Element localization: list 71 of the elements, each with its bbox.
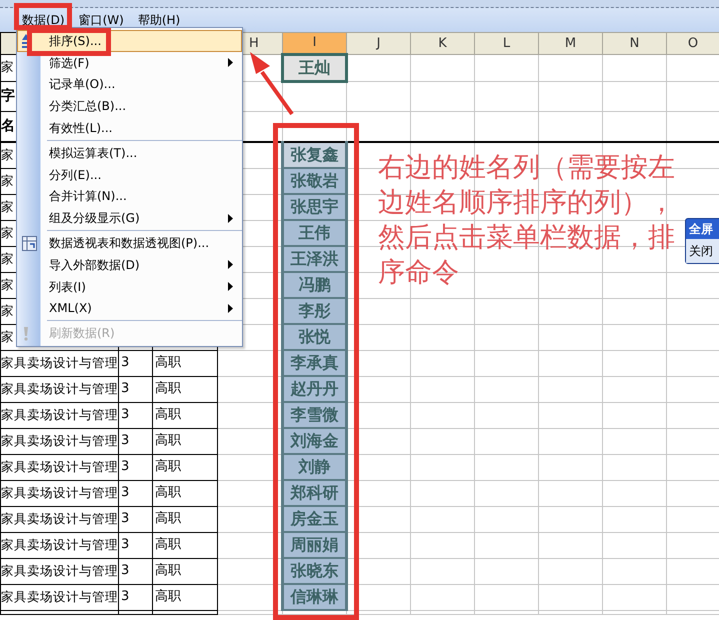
submenu-arrow-icon [228,260,233,270]
name-cell: 张复鑫 [282,142,346,168]
submenu-arrow-icon [228,304,233,313]
table-cell: 3 [118,584,152,610]
submenu-arrow-icon [228,282,233,292]
table-cell: 高职 [152,350,218,376]
table-cell: 高职 [152,558,218,584]
table-cell: 3 [118,506,152,532]
table-cell: 高职 [152,454,218,480]
table-cell: 3 [118,532,152,558]
table-cell: 高职 [152,376,218,402]
name-cell: 刘海金 [282,428,346,454]
table-cell: 家具卖场设计与管理 [0,428,118,454]
column-header[interactable]: I [282,32,346,54]
table-cell: 家具卖场设计与管理 [0,454,118,480]
name-cell: 李雪微 [282,402,346,428]
toolbar-button[interactable]: 关闭 [686,239,719,263]
table-cell: 高职 [152,402,218,428]
name-cell: 张晓东 [282,558,346,584]
table-cell: 高职 [152,532,218,558]
name-cell: 冯鹏 [282,272,346,298]
table-cell: 家具卖场设计与管理 [0,402,118,428]
name-cell: 赵丹丹 [282,376,346,402]
name-cell: 信琳琳 [282,584,346,610]
table-cell: 3 [118,376,152,402]
table-cell: 高职 [152,428,218,454]
column-header[interactable]: L [474,32,538,54]
toolbar-title: 全屏 [688,221,714,238]
table-cell: 3 [118,350,152,376]
exclamation-icon [22,326,30,342]
menu-title[interactable]: 数据(D) [20,11,67,29]
table-cell: 家具卖场设计与管理 [0,506,118,532]
annotation-text: 右边的姓名列（需要按左边姓名顺序排序的列），然后点击菜单栏数据，排序命令 [378,151,675,290]
table-cell: 3 [118,402,152,428]
name-cell: 李承真 [282,350,346,376]
name-cell: 王泽洪 [282,246,346,272]
table-cell: 家具卖场设计与管理 [0,480,118,506]
table-cell: 家具卖场设计与管理 [0,532,118,558]
table-cell: 3 [118,480,152,506]
name-cell: 王伟 [282,220,346,246]
table-cell: 家具卖场设计与管理 [0,350,118,376]
name-cell: 李彤 [282,298,346,324]
table-cell: 家具卖场设计与管理 [0,558,118,584]
table-cell: 高职 [152,584,218,610]
name-cell: 张思宇 [282,194,346,220]
table-icon [22,236,37,252]
name-cell: 刘静 [282,454,346,480]
table-cell: 高职 [152,506,218,532]
table-cell: 3 [118,428,152,454]
name-cell: 郑科研 [282,480,346,506]
table-cell: 高职 [152,480,218,506]
sort-icon [22,34,30,48]
column-header[interactable]: J [346,32,410,54]
submenu-arrow-icon [228,214,233,223]
menu-title[interactable]: 帮助(H) [136,11,182,29]
name-cell: 张敬岩 [282,168,346,194]
name-cell: 王灿 [282,54,346,81]
name-cell: 房金玉 [282,506,346,532]
table-cell: 家具卖场设计与管理 [0,376,118,402]
annotation-arrow [250,52,294,116]
column-header[interactable]: K [410,32,474,54]
submenu-arrow-icon [228,58,233,68]
column-header[interactable]: O [666,32,719,54]
menu-title[interactable]: 窗口(W) [76,11,126,29]
name-cell: 周丽娟 [282,532,346,558]
column-header[interactable]: N [602,32,666,54]
table-cell: 3 [118,558,152,584]
table-cell: 3 [118,454,152,480]
table-cell: 家具卖场设计与管理 [0,584,118,610]
name-cell: 张悦 [282,324,346,350]
column-header[interactable]: M [538,32,602,54]
